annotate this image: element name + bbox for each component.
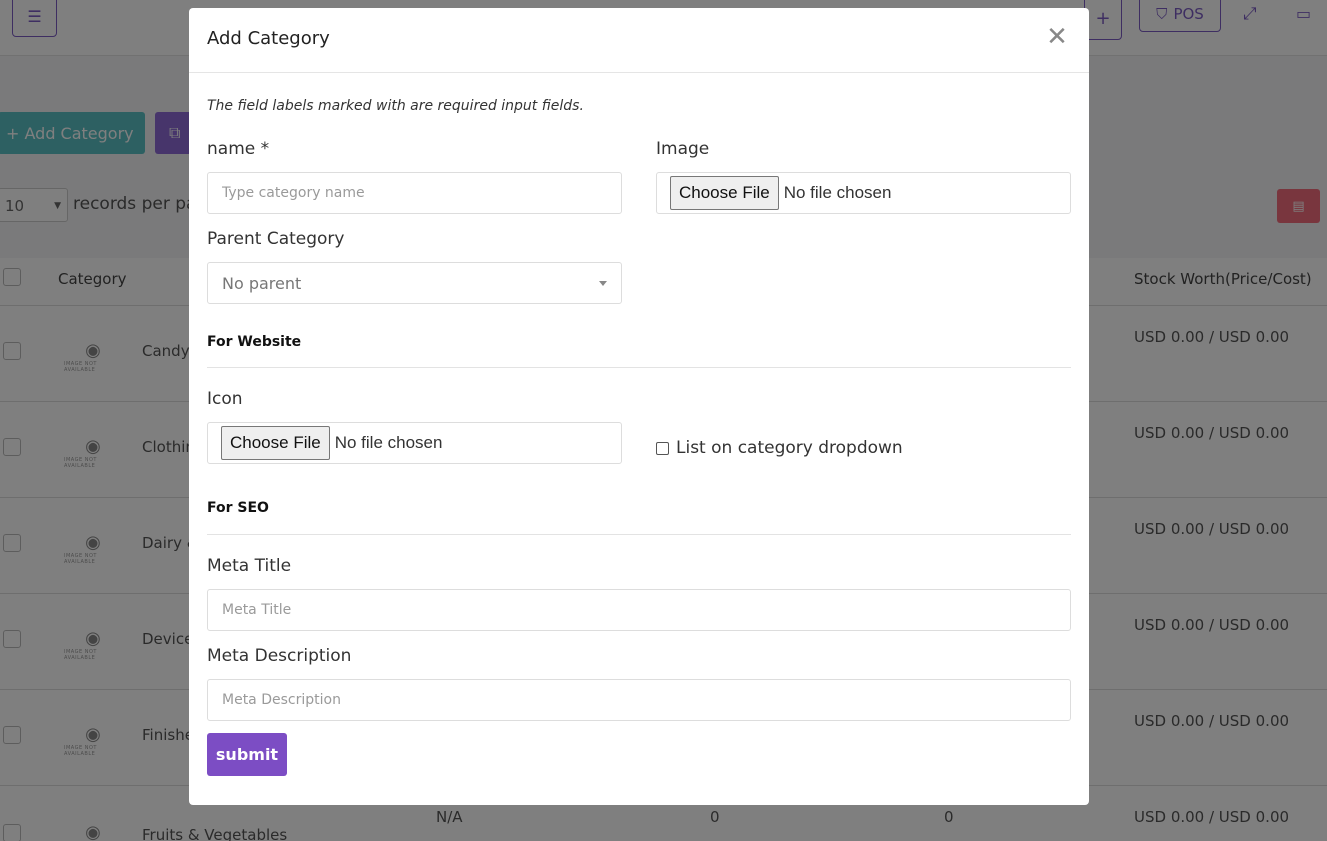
- choose-icon-button[interactable]: Choose File: [221, 426, 330, 460]
- section-for-website: For Website: [207, 334, 302, 350]
- caret-down-icon: [599, 280, 607, 286]
- modal-title: Add Category: [207, 28, 330, 49]
- parent-category-value: No parent: [222, 273, 302, 293]
- icon-file-input[interactable]: Choose File No file chosen: [207, 422, 622, 464]
- meta-description-label: Meta Description: [207, 646, 352, 666]
- divider: [207, 367, 1071, 368]
- submit-button[interactable]: submit: [207, 733, 287, 776]
- section-for-seo: For SEO: [207, 500, 269, 516]
- name-label: name *: [207, 139, 270, 159]
- list-on-dropdown-option[interactable]: List on category dropdown: [656, 438, 903, 458]
- category-name-input[interactable]: [207, 172, 622, 214]
- parent-category-label: Parent Category: [207, 229, 345, 249]
- close-icon[interactable]: ✕: [1044, 24, 1070, 50]
- list-on-dropdown-label: List on category dropdown: [676, 438, 903, 458]
- modal-header: Add Category ✕: [189, 8, 1089, 73]
- required-fields-note: The field labels marked with are require…: [207, 98, 584, 114]
- divider: [207, 534, 1071, 535]
- image-file-input[interactable]: Choose File No file chosen: [656, 172, 1071, 214]
- image-file-status: No file chosen: [783, 183, 892, 202]
- image-label: Image: [656, 139, 710, 159]
- choose-image-button[interactable]: Choose File: [670, 176, 779, 210]
- add-category-modal: Add Category ✕ The field labels marked w…: [189, 8, 1089, 805]
- meta-title-input[interactable]: [207, 589, 1071, 631]
- meta-description-input[interactable]: [207, 679, 1071, 721]
- list-on-dropdown-checkbox[interactable]: [656, 441, 669, 455]
- meta-title-label: Meta Title: [207, 556, 292, 576]
- parent-category-select[interactable]: No parent: [207, 262, 622, 304]
- icon-file-status: No file chosen: [334, 433, 443, 452]
- icon-label: Icon: [207, 389, 243, 409]
